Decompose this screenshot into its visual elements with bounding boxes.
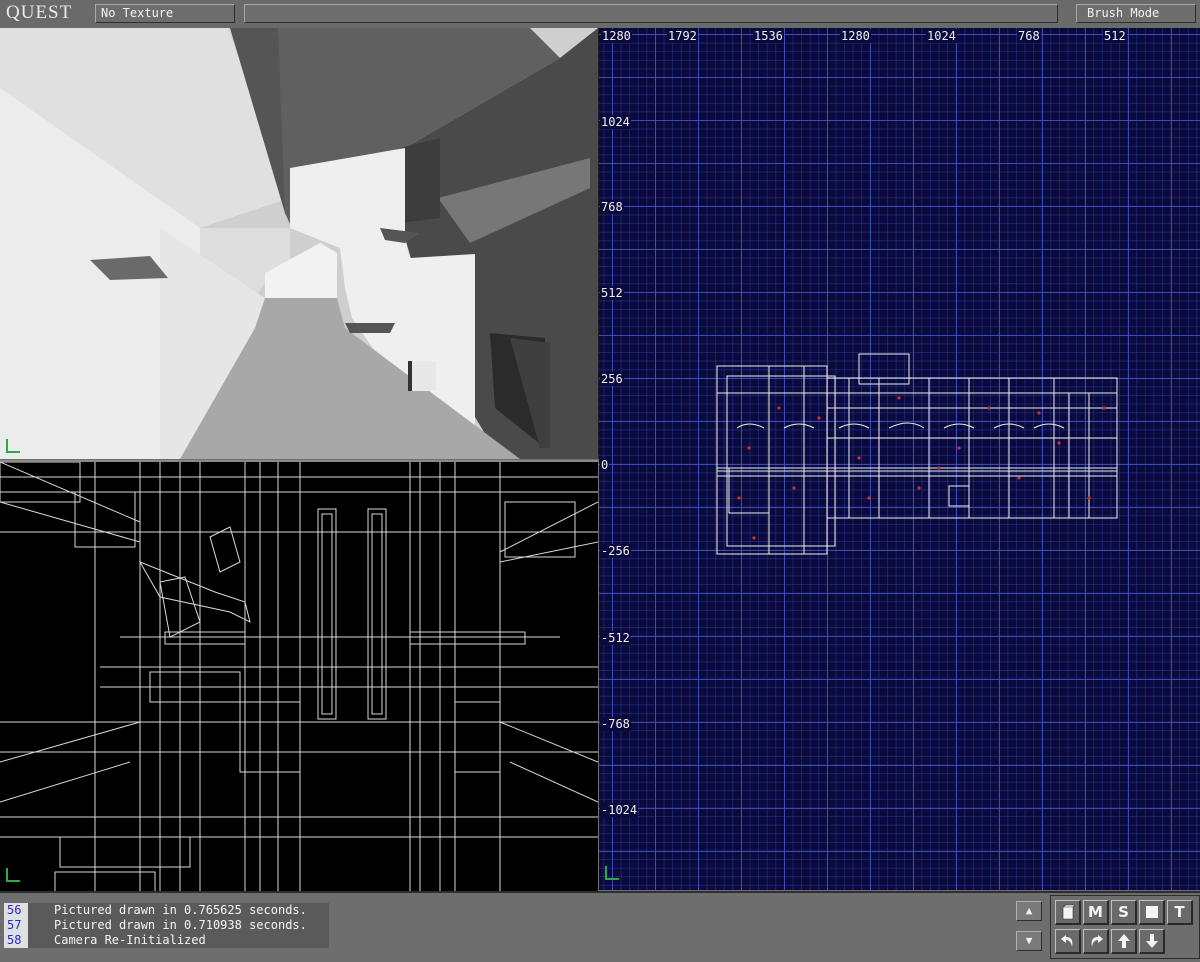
y-ruler-label: -768 [600, 717, 631, 731]
x-ruler-label: 1792 [667, 29, 698, 43]
move-down-button[interactable] [1139, 929, 1165, 954]
app-logo: QUEST [6, 2, 73, 23]
console-line: 56 Pictured drawn in 0.765625 seconds. [4, 903, 329, 918]
wireframe-3d-viewport[interactable] [0, 460, 598, 892]
t-tool-button[interactable]: T [1167, 900, 1193, 925]
brush-mode-button[interactable]: Brush Mode [1076, 4, 1196, 23]
console-line: 57 Pictured drawn in 0.710938 seconds. [4, 918, 329, 933]
texture-field[interactable]: No Texture [95, 4, 235, 23]
y-ruler-label: -1024 [600, 803, 639, 817]
y-ruler-label: 256 [600, 372, 624, 386]
console-line-number: 57 [4, 918, 28, 933]
y-ruler-label: -512 [600, 631, 631, 645]
message-console: 56 Pictured drawn in 0.765625 seconds. 5… [4, 903, 329, 948]
move-up-button[interactable] [1111, 929, 1137, 954]
status-field [244, 4, 1058, 23]
cube-tool-button[interactable] [1055, 900, 1081, 925]
x-ruler-label: 1536 [753, 29, 784, 43]
console-line-number: 56 [4, 903, 28, 918]
level-floorplan [716, 353, 1118, 555]
console-line-number: 58 [4, 933, 28, 948]
y-ruler-label: 1024 [600, 115, 631, 129]
console-line-text: Pictured drawn in 0.765625 seconds. [28, 903, 329, 918]
redo-button[interactable] [1083, 929, 1109, 954]
x-ruler-label: 512 [1103, 29, 1127, 43]
axis-indicator-icon [605, 866, 619, 880]
y-ruler-label: 768 [600, 200, 624, 214]
x-ruler-label: 1280 [601, 29, 632, 43]
s-tool-button[interactable]: S [1111, 900, 1137, 925]
cube-icon [1062, 904, 1076, 920]
redo-icon [1091, 935, 1103, 947]
arrow-up-icon [1117, 934, 1130, 948]
console-scroll-down-button[interactable]: ▼ [1016, 931, 1042, 951]
grid-2d-viewport[interactable]: 1280 1792 1536 1280 1024 768 512 1024 76… [599, 28, 1200, 890]
y-ruler-label: -256 [600, 544, 631, 558]
undo-icon [1060, 935, 1072, 947]
axis-indicator-icon [6, 868, 20, 882]
x-ruler-label: 1024 [926, 29, 957, 43]
console-scroll-up-button[interactable]: ▲ [1016, 901, 1042, 921]
console-line-text: Pictured drawn in 0.710938 seconds. [28, 918, 329, 933]
top-bar: QUEST No Texture Brush Mode [0, 0, 1200, 29]
square-tool-button[interactable] [1139, 900, 1165, 925]
solid-3d-viewport[interactable] [0, 28, 599, 459]
x-ruler-label: 1280 [840, 29, 871, 43]
console-line-text: Camera Re-Initialized [28, 933, 329, 948]
m-tool-button[interactable]: M [1083, 900, 1109, 925]
y-ruler-label: 0 [600, 458, 610, 472]
axis-indicator-icon [6, 439, 20, 453]
undo-button[interactable] [1055, 929, 1081, 954]
console-line: 58 Camera Re-Initialized [4, 933, 329, 948]
bottom-bar: 56 Pictured drawn in 0.765625 seconds. 5… [0, 891, 1200, 962]
y-ruler-label: 512 [600, 286, 624, 300]
tool-panel: M S T [1050, 895, 1200, 959]
square-icon [1145, 906, 1158, 918]
x-ruler-label: 768 [1017, 29, 1041, 43]
arrow-down-icon [1145, 934, 1158, 948]
